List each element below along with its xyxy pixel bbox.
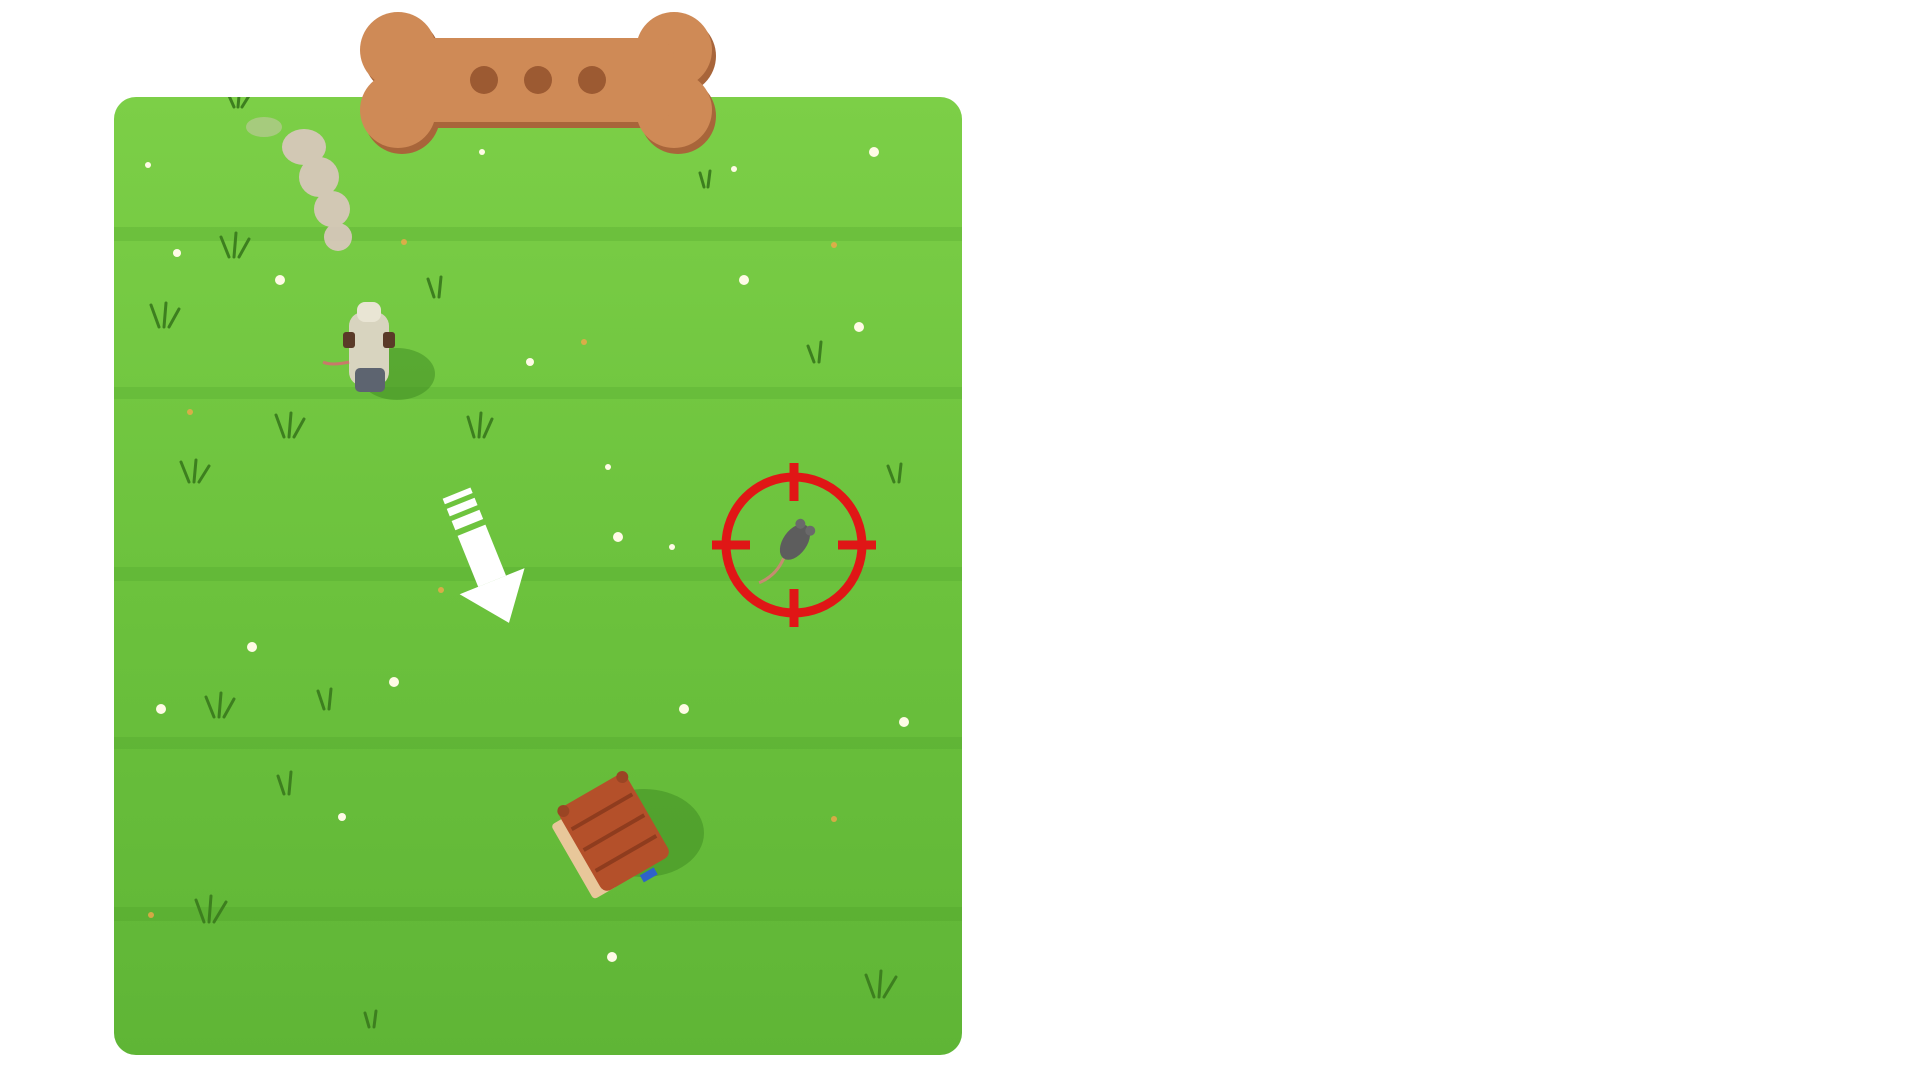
more-dots-icon [470, 66, 606, 94]
game-stage [0, 0, 1920, 1080]
game-board[interactable] [114, 97, 962, 1055]
bone-menu-button[interactable] [356, 6, 720, 164]
grass-field [114, 97, 962, 1055]
bone-icon [360, 12, 716, 154]
